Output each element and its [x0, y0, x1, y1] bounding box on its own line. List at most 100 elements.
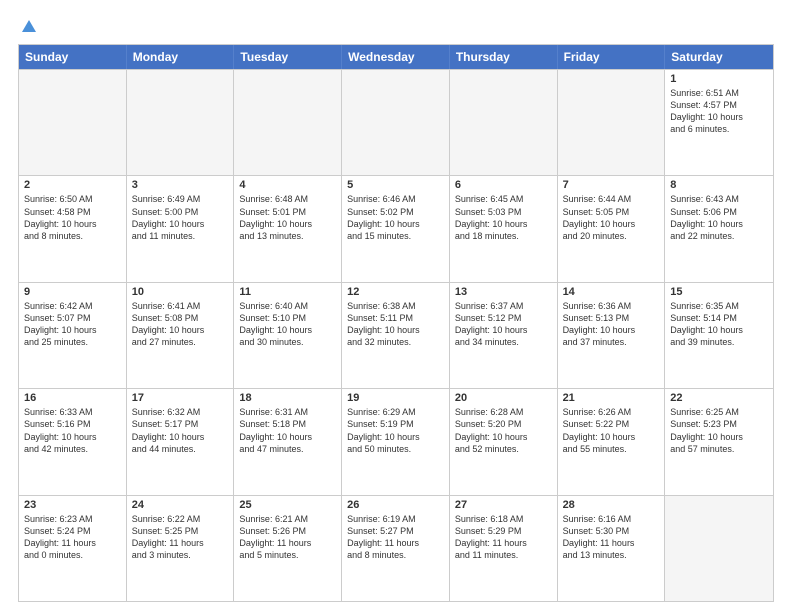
calendar-cell: 15 Sunrise: 6:35 AM Sunset: 5:14 PM Dayli… — [665, 283, 773, 388]
calendar-cell — [19, 70, 127, 175]
day-number: 6 — [455, 179, 552, 191]
calendar-grid: SundayMondayTuesdayWednesdayThursdayFrid… — [18, 44, 774, 602]
logo-icon — [20, 18, 38, 36]
calendar-cell: 17 Sunrise: 6:32 AM Sunset: 5:17 PM Dayli… — [127, 389, 235, 494]
day-info: Sunrise: 6:22 AM Sunset: 5:25 PM Dayligh… — [132, 513, 229, 562]
header-day-saturday: Saturday — [665, 45, 773, 69]
day-number: 16 — [24, 392, 121, 404]
day-number: 3 — [132, 179, 229, 191]
calendar-cell: 24Sunrise: 6:22 AM Sunset: 5:25 PM Dayli… — [127, 496, 235, 601]
day-info: Sunrise: 6:19 AM Sunset: 5:27 PM Dayligh… — [347, 513, 444, 562]
day-number: 15 — [670, 286, 768, 298]
day-info: Sunrise: 6:18 AM Sunset: 5:29 PM Dayligh… — [455, 513, 552, 562]
calendar-cell: 23Sunrise: 6:23 AM Sunset: 5:24 PM Dayli… — [19, 496, 127, 601]
calendar-cell: 27 Sunrise: 6:18 AM Sunset: 5:29 PM Dayli… — [450, 496, 558, 601]
day-info: Sunrise: 6:21 AM Sunset: 5:26 PM Dayligh… — [239, 513, 336, 562]
day-number: 7 — [563, 179, 660, 191]
day-info: Sunrise: 6:31 AM Sunset: 5:18 PM Dayligh… — [239, 406, 336, 455]
day-info: Sunrise: 6:46 AM Sunset: 5:02 PM Dayligh… — [347, 193, 444, 242]
header-day-wednesday: Wednesday — [342, 45, 450, 69]
calendar-cell — [127, 70, 235, 175]
day-info: Sunrise: 6:44 AM Sunset: 5:05 PM Dayligh… — [563, 193, 660, 242]
day-number: 9 — [24, 286, 121, 298]
calendar-cell: 11 Sunrise: 6:40 AM Sunset: 5:10 PM Dayli… — [234, 283, 342, 388]
header-day-friday: Friday — [558, 45, 666, 69]
day-number: 22 — [670, 392, 768, 404]
day-info: Sunrise: 6:42 AM Sunset: 5:07 PM Dayligh… — [24, 300, 121, 349]
day-number: 20 — [455, 392, 552, 404]
calendar-cell: 20Sunrise: 6:28 AM Sunset: 5:20 PM Dayli… — [450, 389, 558, 494]
calendar-cell: 13 Sunrise: 6:37 AM Sunset: 5:12 PM Dayli… — [450, 283, 558, 388]
day-number: 11 — [239, 286, 336, 298]
day-info: Sunrise: 6:49 AM Sunset: 5:00 PM Dayligh… — [132, 193, 229, 242]
calendar-cell: 22 Sunrise: 6:25 AM Sunset: 5:23 PM Dayli… — [665, 389, 773, 494]
day-info: Sunrise: 6:51 AM Sunset: 4:57 PM Dayligh… — [670, 87, 768, 136]
day-number: 27 — [455, 499, 552, 511]
calendar-cell: 10 Sunrise: 6:41 AM Sunset: 5:08 PM Dayli… — [127, 283, 235, 388]
page-header — [18, 18, 774, 36]
day-info: Sunrise: 6:33 AM Sunset: 5:16 PM Dayligh… — [24, 406, 121, 455]
calendar-row-5: 23Sunrise: 6:23 AM Sunset: 5:24 PM Dayli… — [19, 495, 773, 601]
day-info: Sunrise: 6:36 AM Sunset: 5:13 PM Dayligh… — [563, 300, 660, 349]
day-number: 4 — [239, 179, 336, 191]
header-day-monday: Monday — [127, 45, 235, 69]
calendar-cell — [450, 70, 558, 175]
calendar-page: SundayMondayTuesdayWednesdayThursdayFrid… — [0, 0, 792, 612]
day-number: 1 — [670, 73, 768, 85]
day-number: 26 — [347, 499, 444, 511]
calendar-body: 1 Sunrise: 6:51 AM Sunset: 4:57 PM Daylig… — [19, 69, 773, 601]
day-number: 13 — [455, 286, 552, 298]
day-number: 8 — [670, 179, 768, 191]
day-number: 21 — [563, 392, 660, 404]
day-number: 17 — [132, 392, 229, 404]
calendar-cell: 3 Sunrise: 6:49 AM Sunset: 5:00 PM Daylig… — [127, 176, 235, 281]
day-info: Sunrise: 6:41 AM Sunset: 5:08 PM Dayligh… — [132, 300, 229, 349]
calendar-cell: 7 Sunrise: 6:44 AM Sunset: 5:05 PM Daylig… — [558, 176, 666, 281]
logo — [18, 18, 38, 36]
day-number: 5 — [347, 179, 444, 191]
day-number: 19 — [347, 392, 444, 404]
calendar-cell: 26 Sunrise: 6:19 AM Sunset: 5:27 PM Dayli… — [342, 496, 450, 601]
day-info: Sunrise: 6:35 AM Sunset: 5:14 PM Dayligh… — [670, 300, 768, 349]
calendar-row-2: 2 Sunrise: 6:50 AM Sunset: 4:58 PM Daylig… — [19, 175, 773, 281]
header-day-sunday: Sunday — [19, 45, 127, 69]
header-day-tuesday: Tuesday — [234, 45, 342, 69]
calendar-cell: 2 Sunrise: 6:50 AM Sunset: 4:58 PM Daylig… — [19, 176, 127, 281]
calendar-cell: 25Sunrise: 6:21 AM Sunset: 5:26 PM Dayli… — [234, 496, 342, 601]
calendar-cell: 21 Sunrise: 6:26 AM Sunset: 5:22 PM Dayli… — [558, 389, 666, 494]
day-number: 14 — [563, 286, 660, 298]
calendar-cell — [234, 70, 342, 175]
day-info: Sunrise: 6:16 AM Sunset: 5:30 PM Dayligh… — [563, 513, 660, 562]
day-info: Sunrise: 6:43 AM Sunset: 5:06 PM Dayligh… — [670, 193, 768, 242]
day-number: 28 — [563, 499, 660, 511]
day-number: 18 — [239, 392, 336, 404]
calendar-cell: 28 Sunrise: 6:16 AM Sunset: 5:30 PM Dayli… — [558, 496, 666, 601]
calendar-row-4: 16 Sunrise: 6:33 AM Sunset: 5:16 PM Dayli… — [19, 388, 773, 494]
calendar-cell: 1 Sunrise: 6:51 AM Sunset: 4:57 PM Daylig… — [665, 70, 773, 175]
day-info: Sunrise: 6:40 AM Sunset: 5:10 PM Dayligh… — [239, 300, 336, 349]
calendar-cell: 6 Sunrise: 6:45 AM Sunset: 5:03 PM Daylig… — [450, 176, 558, 281]
day-info: Sunrise: 6:45 AM Sunset: 5:03 PM Dayligh… — [455, 193, 552, 242]
day-info: Sunrise: 6:37 AM Sunset: 5:12 PM Dayligh… — [455, 300, 552, 349]
calendar-cell: 18 Sunrise: 6:31 AM Sunset: 5:18 PM Dayli… — [234, 389, 342, 494]
day-info: Sunrise: 6:50 AM Sunset: 4:58 PM Dayligh… — [24, 193, 121, 242]
calendar-cell: 12Sunrise: 6:38 AM Sunset: 5:11 PM Dayli… — [342, 283, 450, 388]
calendar-cell — [558, 70, 666, 175]
calendar-cell: 16 Sunrise: 6:33 AM Sunset: 5:16 PM Dayli… — [19, 389, 127, 494]
day-number: 2 — [24, 179, 121, 191]
calendar-cell — [665, 496, 773, 601]
calendar-cell: 19 Sunrise: 6:29 AM Sunset: 5:19 PM Dayli… — [342, 389, 450, 494]
day-info: Sunrise: 6:25 AM Sunset: 5:23 PM Dayligh… — [670, 406, 768, 455]
day-info: Sunrise: 6:23 AM Sunset: 5:24 PM Dayligh… — [24, 513, 121, 562]
day-number: 12 — [347, 286, 444, 298]
calendar-cell — [342, 70, 450, 175]
header-day-thursday: Thursday — [450, 45, 558, 69]
day-number: 10 — [132, 286, 229, 298]
calendar-header: SundayMondayTuesdayWednesdayThursdayFrid… — [19, 45, 773, 69]
day-info: Sunrise: 6:29 AM Sunset: 5:19 PM Dayligh… — [347, 406, 444, 455]
calendar-row-3: 9 Sunrise: 6:42 AM Sunset: 5:07 PM Daylig… — [19, 282, 773, 388]
calendar-cell: 9 Sunrise: 6:42 AM Sunset: 5:07 PM Daylig… — [19, 283, 127, 388]
day-info: Sunrise: 6:26 AM Sunset: 5:22 PM Dayligh… — [563, 406, 660, 455]
calendar-cell: 8 Sunrise: 6:43 AM Sunset: 5:06 PM Daylig… — [665, 176, 773, 281]
day-info: Sunrise: 6:32 AM Sunset: 5:17 PM Dayligh… — [132, 406, 229, 455]
